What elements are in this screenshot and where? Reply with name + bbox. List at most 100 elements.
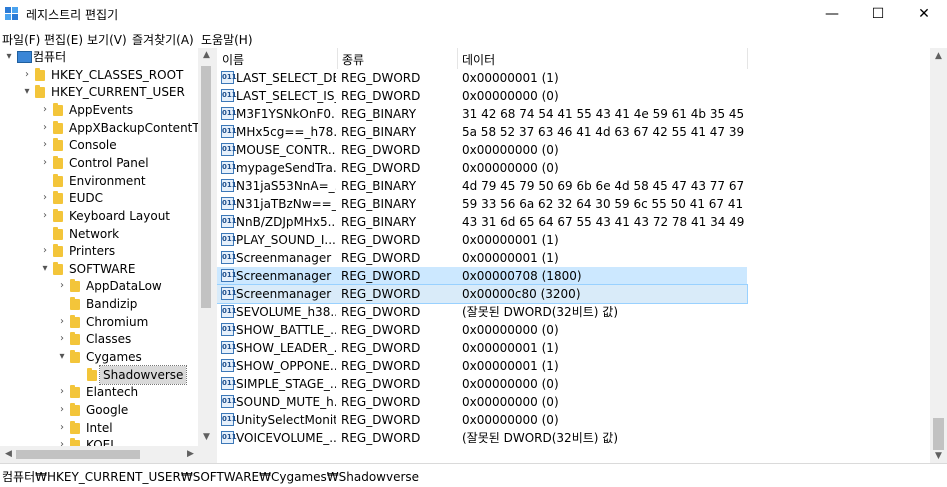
chevron-down-icon[interactable]: ▾ <box>22 83 32 101</box>
value-name: UnitySelectMonit... <box>236 413 336 427</box>
chevron-right-icon[interactable]: › <box>57 383 67 401</box>
value-name: LAST_SELECT_DE... <box>236 71 336 85</box>
chevron-right-icon[interactable]: › <box>40 136 50 154</box>
value-name: Screenmanager ... <box>236 287 336 301</box>
scroll-left-arrow-icon[interactable]: ◀ <box>0 449 17 459</box>
value-data: 0x00000000 (0) <box>462 377 559 391</box>
list-vertical-scrollbar[interactable]: ▲ ▼ <box>930 48 947 463</box>
tree-hscroll-thumb[interactable] <box>16 450 140 459</box>
scroll-down-arrow-icon[interactable]: ▼ <box>198 432 215 442</box>
tree-vertical-scrollbar[interactable]: ▲ ▼ <box>198 48 214 446</box>
value-row[interactable]: 011 Screenmanager ... REG_DWORD 0x00000708 … <box>217 267 747 285</box>
list-header: 이름 종류 데이터 <box>217 48 930 69</box>
value-type: REG_DWORD <box>341 413 421 427</box>
value-row[interactable]: 011 SHOW_OPPONE... REG_DWORD 0x00000001 (1) <box>217 357 747 375</box>
value-name: SIMPLE_STAGE_... <box>236 377 336 391</box>
value-row[interactable]: 011 MHx5cg==_h78... REG_BINARY 5a 58 52 37 … <box>217 123 747 141</box>
chevron-right-icon[interactable]: › <box>57 419 67 437</box>
value-row[interactable]: 011LAST_SELECT_DE... REG_DWORD 0x00000001 … <box>217 69 747 87</box>
value-row[interactable]: 011 SHOW_BATTLE_... REG_DWORD 0x00000000 (0… <box>217 321 747 339</box>
chevron-right-icon[interactable]: › <box>57 330 67 348</box>
value-row[interactable]: 011 SOUND_MUTE_h... REG_DWORD 0x00000000 (0… <box>217 393 747 411</box>
chevron-right-icon[interactable]: › <box>40 101 50 119</box>
chevron-right-icon[interactable]: › <box>57 401 67 419</box>
chevron-right-icon[interactable]: › <box>57 313 67 331</box>
chevron-right-icon[interactable]: › <box>22 66 32 84</box>
column-divider[interactable] <box>337 48 338 69</box>
value-row[interactable]: 011 SIMPLE_STAGE_... REG_DWORD 0x00000000 (… <box>217 375 747 393</box>
value-data: (잘못된 DWORD(32비트) 값) <box>462 431 618 445</box>
maximize-button[interactable]: ☐ <box>855 0 901 30</box>
current-key-path: 컴퓨터₩HKEY_CURRENT_USER₩SOFTWARE₩Cygames₩S… <box>2 470 420 484</box>
value-row[interactable]: 011LAST_SELECT_IS_... REG_DWORD 0x00000000… <box>217 87 747 105</box>
value-name: LAST_SELECT_IS_... <box>236 89 336 103</box>
scroll-down-arrow-icon[interactable]: ▼ <box>930 451 947 461</box>
tree-item-label: Printers <box>69 244 116 259</box>
value-row[interactable]: 011N31jaTBzNw==_... REG_BINARY 59 33 56 6a… <box>217 195 747 213</box>
chevron-right-icon[interactable]: › <box>40 119 50 137</box>
menu-edit[interactable]: 편집(E) <box>44 31 83 48</box>
tree-item-label: Chromium <box>86 314 149 329</box>
value-type: REG_DWORD <box>341 89 421 103</box>
scroll-up-arrow-icon[interactable]: ▲ <box>198 50 215 60</box>
value-row[interactable]: 011 PLAY_SOUND_I... REG_DWORD 0x00000001 (1… <box>217 231 747 249</box>
column-header-data[interactable]: 데이터 <box>462 51 495 68</box>
chevron-right-icon[interactable]: › <box>40 242 50 260</box>
chevron-right-icon[interactable]: › <box>57 277 67 295</box>
value-row[interactable]: 011 M3F1YSNkOnF0... REG_BINARY 31 42 68 74 … <box>217 105 747 123</box>
value-type: REG_DWORD <box>341 323 421 337</box>
value-row[interactable]: 011 MOUSE_CONTR... REG_DWORD 0x00000000 (0) <box>217 141 747 159</box>
column-header-name[interactable]: 이름 <box>222 51 244 68</box>
value-data: 0x00000001 (1) <box>462 233 559 247</box>
tree-item-label: Classes <box>86 332 132 347</box>
tree-item-label: AppDataLow <box>86 279 162 294</box>
value-data: 0x00000001 (1) <box>462 251 559 265</box>
value-type: REG_DWORD <box>341 71 421 85</box>
chevron-down-icon[interactable]: ▾ <box>57 348 67 366</box>
chevron-right-icon[interactable]: › <box>40 207 50 225</box>
value-data: 0x00000000 (0) <box>462 143 559 157</box>
value-data: 59 33 56 6a 62 32 64 30 59 6c 55 50 41 6… <box>462 197 745 211</box>
tree-horizontal-scrollbar[interactable]: ◀ ▶ <box>0 446 214 463</box>
column-divider[interactable] <box>457 48 458 69</box>
tree-item-label: Environment <box>69 173 146 188</box>
tree-item-label: Control Panel <box>69 155 149 170</box>
menu-file[interactable]: 파일(F) <box>2 31 40 48</box>
value-row[interactable]: 011 mypageSendTra... REG_DWORD 0x00000000 (… <box>217 159 747 177</box>
tree-item-label: Bandizip <box>86 297 138 312</box>
value-row[interactable]: 011 VOICEVOLUME_... REG_DWORD (잘못된 DWORD(32… <box>217 429 747 447</box>
chevron-right-icon[interactable]: › <box>40 154 50 172</box>
value-type: REG_BINARY <box>341 125 417 139</box>
menu-favorites[interactable]: 즐겨찾기(A) <box>132 31 194 48</box>
scroll-up-arrow-icon[interactable]: ▲ <box>930 51 947 61</box>
chevron-right-icon[interactable]: › <box>57 436 67 446</box>
value-data: (잘못된 DWORD(32비트) 값) <box>462 305 618 319</box>
menu-view[interactable]: 보기(V) <box>87 31 127 48</box>
tree-item-label: Google <box>86 403 129 417</box>
chevron-down-icon[interactable]: ▾ <box>4 48 14 66</box>
value-row[interactable]: 011 NnB/ZDJpMHx5... REG_BINARY 43 31 6d 65 … <box>217 213 747 231</box>
column-header-type[interactable]: 종류 <box>342 51 364 68</box>
list-scroll-thumb[interactable] <box>933 418 944 450</box>
value-name: N31jaS53NnA=_... <box>236 179 336 193</box>
minimize-button[interactable]: — <box>809 0 855 30</box>
chevron-right-icon[interactable]: › <box>40 189 50 207</box>
value-type: REG_DWORD <box>341 269 421 283</box>
scroll-right-arrow-icon[interactable]: ▶ <box>182 449 199 459</box>
value-row[interactable]: 011 SHOW_LEADER_... REG_DWORD 0x00000001 (1… <box>217 339 747 357</box>
tree-scroll-thumb[interactable] <box>201 66 211 308</box>
menu-help[interactable]: 도움말(H) <box>201 31 253 48</box>
value-row[interactable]: 011Screenmanager I... REG_DWORD 0x00000001… <box>217 249 747 267</box>
folder-icon <box>70 332 80 346</box>
column-divider[interactable] <box>747 48 748 69</box>
value-row[interactable]: 011UnitySelectMonit... REG_DWORD 0x0000000… <box>217 411 747 429</box>
value-row[interactable]: 011 Screenmanager ... REG_DWORD 0x00000c80 … <box>217 284 748 304</box>
chevron-down-icon[interactable]: ▾ <box>40 260 50 278</box>
value-row[interactable]: 011 N31jaS53NnA=_... REG_BINARY 4d 79 45 79… <box>217 177 747 195</box>
value-name: mypageSendTra... <box>236 161 336 175</box>
value-row[interactable]: 011 SEVOLUME_h38... REG_DWORD (잘못된 DWORD(32… <box>217 303 747 321</box>
value-data: 0x00000000 (0) <box>462 89 559 103</box>
value-type: REG_DWORD <box>341 233 421 247</box>
close-button[interactable]: ✕ <box>901 0 947 30</box>
